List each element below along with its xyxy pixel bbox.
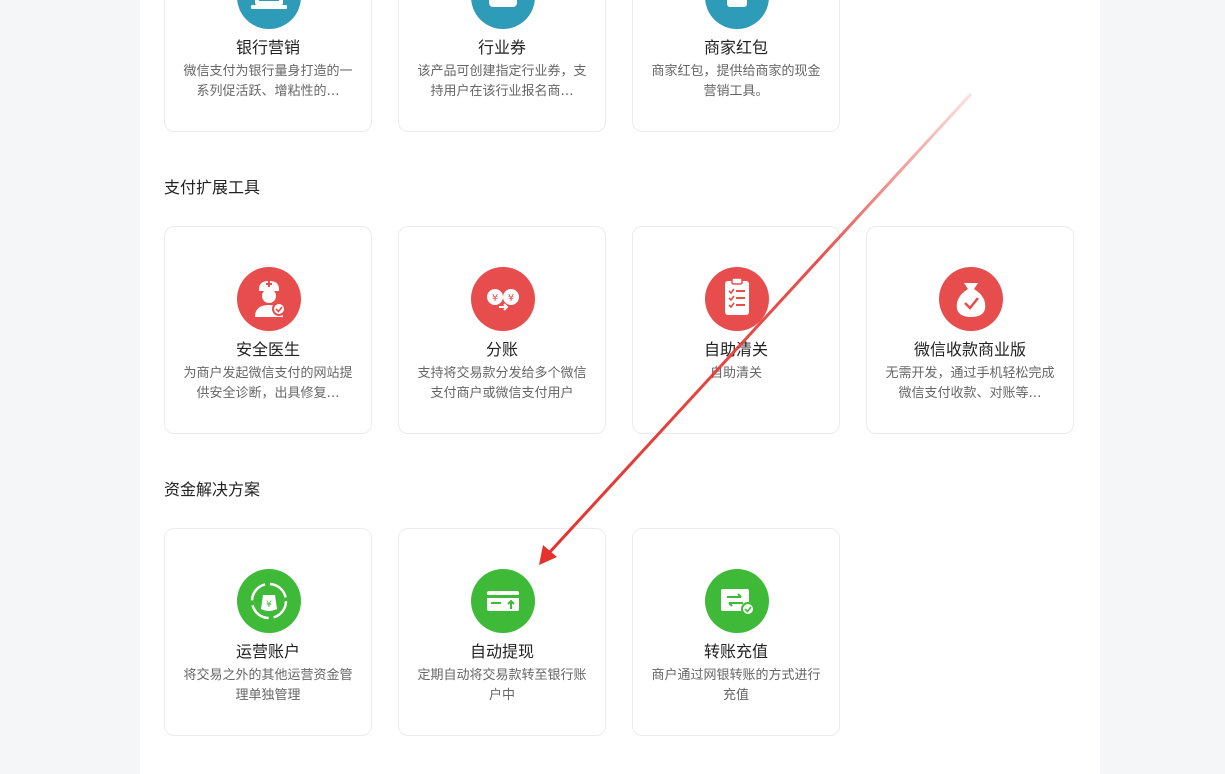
doctor-icon (237, 267, 301, 331)
money-bag-check-icon (939, 267, 1003, 331)
product-card-self-customs[interactable]: 自助清关 自助清关 (632, 226, 840, 434)
red-packet-icon (705, 0, 769, 29)
card-name: 运营账户 (235, 642, 300, 661)
product-card-bank-marketing[interactable]: 银行营销 微信支付为银行量身打造的一系列促活跃、增粘性的… (164, 0, 372, 132)
product-card-merchant-red-packet[interactable]: 商家红包 商家红包，提供给商家的现金营销工具。 (632, 0, 840, 132)
clipboard-checklist-icon (705, 267, 769, 331)
card-desc: 自助清关 (709, 366, 762, 381)
card-name: 安全医生 (235, 340, 300, 359)
product-card-auto-withdraw[interactable]: 自动提现 定期自动将交易款转至银行账户中 (398, 528, 606, 736)
card-desc: 为商户发起微信支付的网站提供安全诊断，出具修复… (183, 366, 353, 401)
card-withdraw-icon (471, 569, 535, 633)
card-desc: 定期自动将交易款转至银行账户中 (417, 668, 587, 703)
card-desc: 无需开发，通过手机轻松完成微信支付收款、对账等… (885, 366, 1055, 401)
card-desc: 支持将交易款分发给多个微信支付商户或微信支付用户 (417, 366, 587, 401)
product-card-transfer-recharge[interactable]: 转账充值 商户通过网银转账的方式进行充值 (632, 528, 840, 736)
card-name: 转账充值 (703, 642, 768, 661)
section-title-payment-tools: 支付扩展工具 (164, 178, 261, 197)
card-name: 商家红包 (703, 38, 768, 57)
product-card-wechat-pay-business[interactable]: 微信收款商业版 无需开发，通过手机轻松完成微信支付收款、对账等… (866, 226, 1074, 434)
bank-icon (237, 0, 301, 29)
card-name: 微信收款商业版 (913, 340, 1026, 359)
card-name: 自动提现 (469, 642, 534, 661)
product-card-security-doctor[interactable]: 安全医生 为商户发起微信支付的网站提供安全诊断，出具修复… (164, 226, 372, 434)
card-name: 分账 (485, 340, 518, 359)
card-desc: 商户通过网银转账的方式进行充值 (651, 668, 821, 703)
split-yuan-icon: ¥ ¥ (471, 267, 535, 331)
transfer-card-icon (705, 569, 769, 633)
product-card-operation-account[interactable]: ¥ 运营账户 将交易之外的其他运营资金管理单独管理 (164, 528, 372, 736)
card-name: 自助清关 (703, 340, 768, 359)
money-cycle-icon: ¥ (237, 569, 301, 633)
card-desc: 将交易之外的其他运营资金管理单独管理 (183, 668, 353, 703)
card-desc: 商家红包，提供给商家的现金营销工具。 (651, 64, 821, 99)
svg-text:¥: ¥ (266, 600, 272, 610)
card-name: 银行营销 (235, 38, 300, 57)
coupon-icon (471, 0, 535, 29)
card-desc: 微信支付为银行量身打造的一系列促活跃、增粘性的… (183, 64, 353, 99)
product-card-profit-sharing[interactable]: ¥ ¥ 分账 支持将交易款分发给多个微信支付商户或微信支付用户 (398, 226, 606, 434)
svg-text:¥: ¥ (492, 293, 498, 304)
svg-text:¥: ¥ (508, 293, 514, 304)
product-card-industry-coupon[interactable]: 行业券 该产品可创建指定行业券，支持用户在该行业报名商… (398, 0, 606, 132)
section-title-fund-solutions: 资金解决方案 (164, 480, 261, 499)
card-desc: 该产品可创建指定行业券，支持用户在该行业报名商… (417, 64, 587, 99)
card-name: 行业券 (477, 38, 526, 57)
